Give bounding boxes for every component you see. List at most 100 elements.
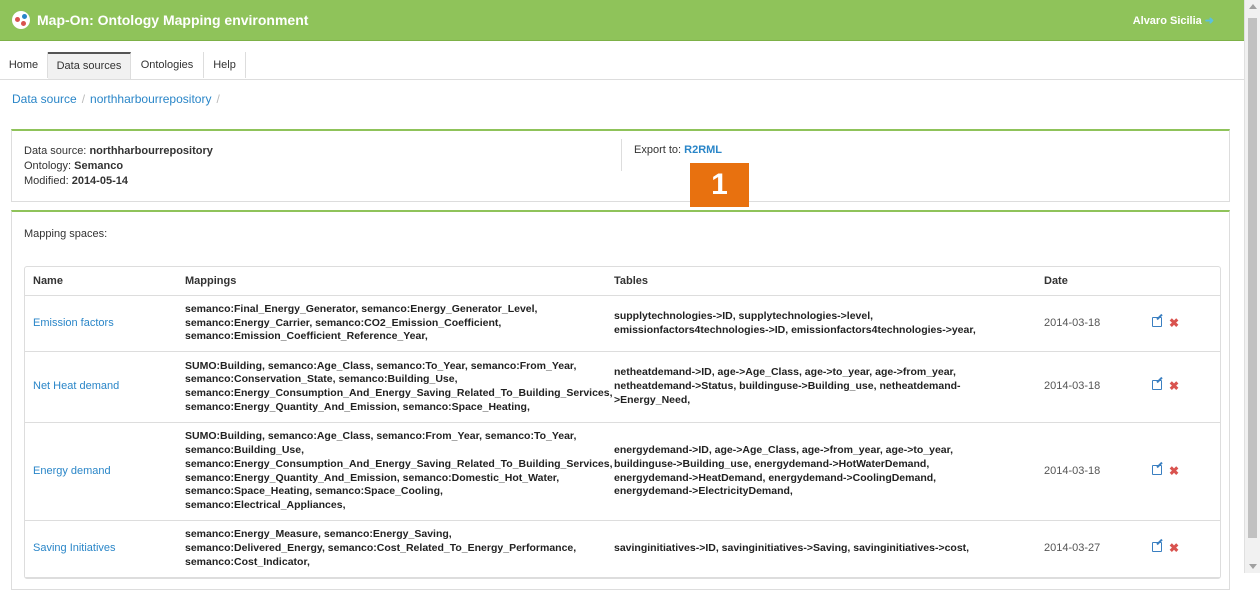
scrollbar-thumb[interactable] bbox=[1248, 18, 1257, 538]
top-navbar: Map-On: Ontology Mapping environment Alv… bbox=[0, 0, 1244, 41]
tables-cell: netheatdemand->ID, age->Age_Class, age->… bbox=[614, 366, 1034, 407]
table-line: savinginitiatives->ID, savinginitiatives… bbox=[614, 542, 970, 555]
label-ontology: Ontology: bbox=[24, 160, 72, 172]
tab-home[interactable]: Home bbox=[0, 52, 48, 78]
delete-icon[interactable]: ✖ bbox=[1169, 541, 1179, 555]
delete-icon[interactable]: ✖ bbox=[1169, 464, 1179, 478]
step-badge: 1 bbox=[690, 163, 749, 207]
delete-icon[interactable]: ✖ bbox=[1169, 316, 1179, 330]
table-line: netheatdemand->Status, buildinguse->Buil… bbox=[614, 380, 961, 393]
table-line: supplytechnologies->ID, supplytechnologi… bbox=[614, 309, 874, 322]
mapon-logo-icon bbox=[12, 11, 30, 29]
mapping-line: semanco:Electrical_Appliances, bbox=[185, 498, 346, 511]
table-line: netheatdemand->ID, age->Age_Class, age->… bbox=[614, 366, 956, 379]
table-line: emissionfactors4technologies->ID, emissi… bbox=[614, 323, 976, 336]
mapping-line: semanco:Cost_Indicator, bbox=[185, 555, 310, 568]
date-cell: 2014-03-27 bbox=[1044, 542, 1101, 554]
mapping-spaces-label: Mapping spaces: bbox=[24, 228, 108, 240]
export-section: Export to: R2RML bbox=[634, 144, 722, 156]
table-row: Emission factors semanco:Final_Energy_Gen… bbox=[25, 296, 1220, 352]
column-tables: Tables bbox=[614, 275, 649, 287]
column-name: Name bbox=[33, 275, 63, 287]
breadcrumb-separator: / bbox=[216, 92, 220, 106]
mapping-spaces-table: Name Mappings Tables Date Emission facto… bbox=[24, 266, 1221, 579]
table-row: Net Heat demand SUMO:Building, semanco:Ag… bbox=[25, 352, 1220, 423]
app-title: Map-On: Ontology Mapping environment bbox=[37, 12, 309, 28]
mapping-space-link[interactable]: Net Heat demand bbox=[33, 380, 119, 392]
mappings-cell: semanco:Energy_Measure, semanco:Energy_S… bbox=[185, 528, 615, 569]
column-date: Date bbox=[1044, 275, 1068, 287]
mapping-line: semanco:Energy_Quantity_And_Emission, se… bbox=[185, 400, 530, 413]
vertical-scrollbar[interactable] bbox=[1244, 0, 1260, 573]
sign-out-icon[interactable]: ➜ bbox=[1205, 15, 1214, 27]
mapping-line: semanco:Emission_Coefficient_Reference_Y… bbox=[185, 330, 428, 343]
label-modified: Modified: bbox=[24, 175, 69, 187]
edit-icon[interactable] bbox=[1152, 380, 1162, 390]
mapping-line: semanco:Conservation_State, semanco:Buil… bbox=[185, 373, 458, 386]
mappings-cell: SUMO:Building, semanco:Age_Class, semanc… bbox=[185, 430, 615, 512]
mapping-line: semanco:Energy_Carrier, semanco:CO2_Emis… bbox=[185, 316, 502, 329]
table-row: Energy demand SUMO:Building, semanco:Age_… bbox=[25, 423, 1220, 521]
mapping-line: semanco:Energy_Measure, semanco:Energy_S… bbox=[185, 528, 452, 541]
row-actions: ✖ bbox=[1152, 464, 1179, 478]
mapping-line: SUMO:Building, semanco:Age_Class, semanc… bbox=[185, 430, 577, 443]
table-line: energydemand->ElectricityDemand, bbox=[614, 485, 793, 498]
mapping-space-link[interactable]: Emission factors bbox=[33, 317, 114, 329]
export-label: Export to: bbox=[634, 144, 682, 156]
column-mappings: Mappings bbox=[185, 275, 237, 287]
mapping-line: semanco:Energy_Quantity_And_Emission, se… bbox=[185, 471, 560, 484]
value-data-source: northharbourrepository bbox=[89, 145, 213, 157]
user-name: Alvaro Sicilia bbox=[1132, 15, 1202, 27]
mapping-line: SUMO:Building, semanco:Age_Class, semanc… bbox=[185, 359, 577, 372]
app-brand[interactable]: Map-On: Ontology Mapping environment bbox=[12, 11, 308, 29]
mapping-space-link[interactable]: Saving Initiatives bbox=[33, 542, 116, 554]
breadcrumb-northharbourrepository[interactable]: northharbourrepository bbox=[90, 92, 211, 106]
mapping-line: semanco:Energy_Consumption_And_Energy_Sa… bbox=[185, 457, 613, 470]
mapping-line: semanco:Space_Heating, semanco:Space_Coo… bbox=[185, 485, 443, 498]
label-data-source: Data source: bbox=[24, 145, 87, 157]
delete-icon[interactable]: ✖ bbox=[1169, 379, 1179, 393]
date-cell: 2014-03-18 bbox=[1044, 464, 1101, 477]
mapping-space-link[interactable]: Energy demand bbox=[33, 465, 111, 477]
table-row: Saving Initiatives semanco:Energy_Measure… bbox=[25, 521, 1220, 578]
row-actions: ✖ bbox=[1152, 541, 1179, 555]
date-cell: 2014-03-18 bbox=[1044, 380, 1101, 392]
tables-cell: savinginitiatives->ID, savinginitiatives… bbox=[614, 542, 1034, 556]
value-ontology: Semanco bbox=[74, 160, 124, 172]
breadcrumb-separator: / bbox=[81, 92, 86, 106]
panel-divider bbox=[621, 139, 622, 171]
mappings-cell: SUMO:Building, semanco:Age_Class, semanc… bbox=[185, 360, 615, 415]
mapping-line: semanco:Final_Energy_Generator, semanco:… bbox=[185, 302, 538, 315]
export-r2rml-link[interactable]: R2RML bbox=[684, 144, 722, 156]
edit-icon[interactable] bbox=[1152, 464, 1162, 475]
tab-help[interactable]: Help bbox=[204, 52, 246, 78]
edit-icon[interactable] bbox=[1152, 542, 1162, 552]
user-menu[interactable]: Alvaro Sicilia ➜ bbox=[1133, 14, 1214, 27]
row-actions: ✖ bbox=[1152, 316, 1179, 330]
date-cell: 2014-03-18 bbox=[1044, 316, 1101, 329]
table-line: buildinguse->Building_use, energydemand-… bbox=[614, 457, 930, 470]
table-header: Name Mappings Tables Date bbox=[25, 267, 1220, 296]
mapping-line: semanco:Delivered_Energy, semanco:Cost_R… bbox=[185, 542, 577, 555]
scroll-down-icon[interactable] bbox=[1249, 564, 1257, 569]
breadcrumb-data-source[interactable]: Data source bbox=[12, 92, 77, 106]
table-body: Emission factors semanco:Final_Energy_Gen… bbox=[25, 296, 1220, 578]
edit-icon[interactable] bbox=[1152, 316, 1162, 327]
tab-data-sources[interactable]: Data sources bbox=[48, 52, 131, 79]
tab-ontologies[interactable]: Ontologies bbox=[131, 52, 204, 78]
tables-cell: supplytechnologies->ID, supplytechnologi… bbox=[614, 310, 1034, 337]
table-line: energydemand->HeatDemand, energydemand->… bbox=[614, 471, 937, 484]
mapping-spaces-panel: Mapping spaces: Name Mappings Tables Dat… bbox=[11, 210, 1230, 590]
datasource-details: Data source: northharbourrepository Onto… bbox=[24, 144, 213, 189]
mappings-cell: semanco:Final_Energy_Generator, semanco:… bbox=[185, 303, 615, 344]
table-line: >Energy_Need, bbox=[614, 393, 691, 406]
main-tabs: Home Data sources Ontologies Help bbox=[0, 52, 1244, 80]
table-line: energydemand->ID, age->Age_Class, age->f… bbox=[614, 444, 954, 457]
row-actions: ✖ bbox=[1152, 379, 1179, 393]
mapping-line: semanco:Building_Use, bbox=[185, 444, 305, 457]
breadcrumb: Data source / northharbourrepository / bbox=[12, 92, 225, 106]
datasource-info-panel: Data source: northharbourrepository Onto… bbox=[11, 129, 1230, 207]
value-modified: 2014-05-14 bbox=[71, 175, 128, 187]
scroll-up-icon[interactable] bbox=[1249, 4, 1257, 9]
tables-cell: energydemand->ID, age->Age_Class, age->f… bbox=[614, 444, 1034, 499]
